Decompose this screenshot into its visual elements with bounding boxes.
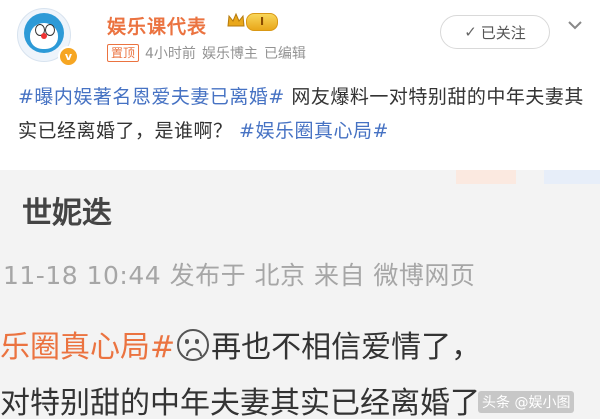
embed-meta: 11-18 10:44 发布于 北京 来自 微博网页 (3, 261, 476, 290)
follow-button[interactable]: ✓ 已关注 (440, 15, 550, 49)
embed-username: 世妮迭 (22, 196, 112, 231)
account-role: 娱乐博主 (201, 46, 258, 62)
embed-text-line: 乐圈真心局# 再也不相信爱情了， (0, 329, 482, 365)
account-name[interactable]: 娱乐课代表 (107, 12, 207, 39)
topic-link[interactable]: #曝内娱著名恩爱夫妻已离婚# (18, 86, 285, 108)
chevron-down-icon[interactable] (564, 14, 586, 36)
check-icon: ✓ (464, 23, 477, 41)
edited-label[interactable]: 已编辑 (264, 43, 306, 63)
crown-icon (227, 12, 245, 27)
post-meta: 置顶 4小时前 娱乐博主 已编辑 (107, 43, 306, 63)
level-badge: I (246, 13, 278, 31)
topic-link[interactable]: #娱乐圈真心局# (239, 120, 389, 142)
post-header: v 娱乐课代表 I 置顶 4小时前 娱乐博主 已编辑 ✓ 已关注 (0, 0, 600, 70)
sad-face-icon (177, 329, 210, 361)
embed-text-line: 对特别甜的中年夫妻其实已经离婚了 (0, 386, 480, 419)
follow-label: 已关注 (480, 23, 526, 42)
embedded-screenshot[interactable]: 世妮迭 11-18 10:44 发布于 北京 来自 微博网页 乐圈真心局# 再也不… (0, 170, 600, 419)
post-time: 4小时前 (145, 46, 196, 62)
embed-topic: 乐圈真心局# (0, 330, 176, 365)
watermark: 头条 @娱小图 (478, 391, 575, 413)
post-text: #曝内娱著名恩爱夫妻已离婚# 网友爆料一对特别甜的中年夫妻其实已经离婚了，是谁啊… (18, 80, 588, 148)
pinned-badge: 置顶 (107, 44, 140, 62)
verified-icon: v (58, 46, 79, 67)
